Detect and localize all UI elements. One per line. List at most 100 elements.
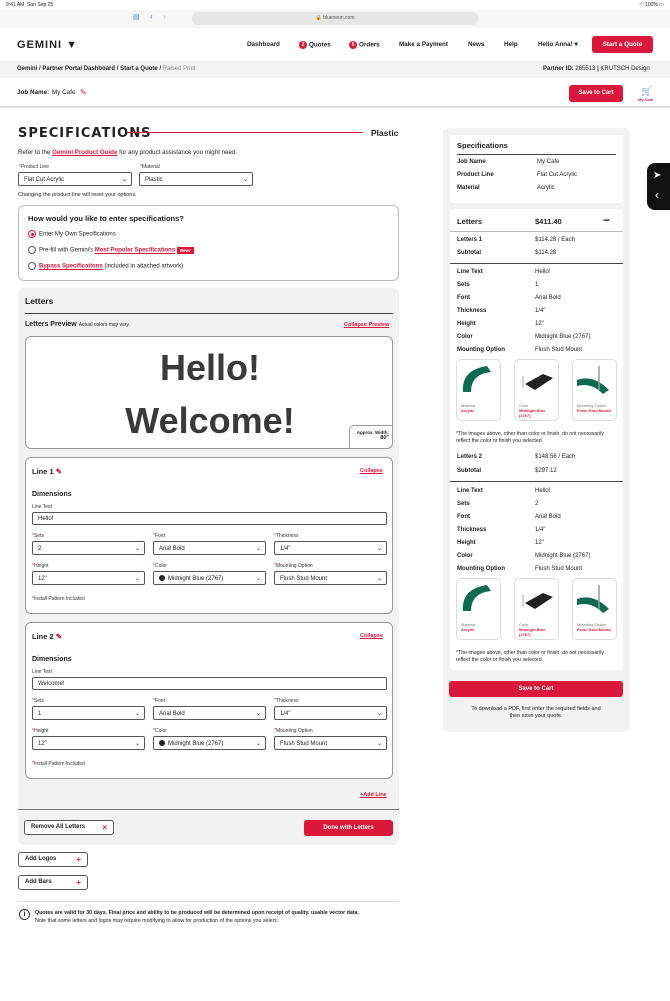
gemini-logo[interactable]: GEMINI ▼ — [17, 39, 78, 51]
summary-panel: Specifications Job Name My Cafe Product L… — [443, 128, 630, 732]
collapse-preview-link[interactable]: Collapse Preview — [344, 322, 389, 328]
material-select[interactable]: Plastic ⌄ — [139, 172, 253, 186]
start-quote-button[interactable]: Start a Quote — [592, 36, 653, 53]
footer-note-2: Note that some letters and logos may req… — [35, 918, 279, 924]
edit-job-icon[interactable]: ✎ — [80, 88, 87, 97]
summary-l2-height: 12" — [535, 540, 544, 546]
font-label: *Font — [153, 533, 165, 539]
collapse-line-1-link[interactable]: Collapse — [360, 468, 383, 474]
nav-help[interactable]: Help — [504, 41, 518, 48]
line-text-input[interactable]: Hello! — [32, 512, 387, 525]
popular-specs-link[interactable]: Most Popular Specifications — [95, 248, 175, 254]
sidebar-icon[interactable]: ▤ — [133, 13, 140, 21]
nav-dashboard[interactable]: Dashboard — [247, 41, 280, 48]
add-line-link[interactable]: +Add Line — [360, 792, 387, 798]
font-select[interactable]: Arial Bold ⌄ — [153, 706, 266, 720]
job-bar: Job Name: My Cafe ✎ Save to Cart 🛒 My Ca… — [0, 78, 670, 108]
letters-divider — [25, 313, 393, 314]
close-icon: × — [102, 823, 107, 832]
chevron-down-icon: ⌄ — [255, 741, 261, 747]
material-thumbnail: Material Acrylic — [456, 359, 501, 421]
material-value: Plastic — [145, 177, 163, 183]
radio-icon[interactable] — [28, 262, 36, 270]
footer-note-1: Quotes are valid for 30 days. Final pric… — [35, 910, 359, 916]
option-own-specs[interactable]: Enter My Own Specifications — [28, 230, 116, 238]
reset-note: Changing the product line will reset you… — [18, 192, 137, 198]
mounting-select[interactable]: Flush Stud Mount ⌄ — [274, 571, 387, 585]
approx-width-box: Approx. Width: 80" — [349, 425, 393, 449]
chevron-down-icon: ⌄ — [242, 177, 248, 183]
mounting-select[interactable]: Flush Stud Mount ⌄ — [274, 736, 387, 750]
sets-select[interactable]: 2 ⌄ — [32, 541, 145, 555]
save-to-cart-button[interactable]: Save to Cart — [449, 681, 623, 697]
send-icon[interactable]: ➤ — [653, 170, 661, 181]
nav-orders[interactable]: 5 Orders — [349, 41, 380, 49]
chevron-down-icon: ⌄ — [376, 711, 382, 717]
crumb-gemini[interactable]: Gemini — [17, 66, 37, 72]
collapse-line-2-link[interactable]: Collapse — [360, 633, 383, 639]
save-to-cart-top-button[interactable]: Save to Cart — [569, 85, 623, 102]
height-label: *Height — [32, 728, 49, 734]
install-pattern-note: *Install Pattern Included — [32, 761, 85, 767]
side-share-tab[interactable]: ➤ ‹ — [647, 163, 670, 210]
nav-quotes[interactable]: 2 Quotes — [299, 41, 331, 49]
edit-line-icon[interactable]: ✎ — [56, 632, 62, 641]
specifications-title: SPECIFICATIONS — [18, 126, 152, 141]
partner-id: 265513 — [575, 66, 596, 72]
sets-select[interactable]: 1 ⌄ — [32, 706, 145, 720]
crumb-start-quote[interactable]: Start a Quote — [120, 66, 158, 72]
refer-text-a: Refer to the — [18, 149, 51, 156]
crumb-dashboard[interactable]: Partner Portal Dashboard — [42, 66, 115, 72]
thickness-select[interactable]: 1/4" ⌄ — [274, 706, 387, 720]
color-select[interactable]: Midnight Blue (2767) ⌄ — [153, 571, 266, 585]
line-2-card: Line 2 ✎ Collapse Dimensions Line Text W… — [25, 622, 393, 779]
edit-line-icon[interactable]: ✎ — [56, 467, 62, 476]
back-icon[interactable]: ‹ — [150, 12, 153, 21]
add-bars-button[interactable]: Add Bars + — [18, 875, 88, 890]
summary-l1-sub-label: Subtotal — [457, 250, 481, 256]
summary-spec-card: Specifications Job Name My Cafe Product L… — [450, 135, 623, 203]
summary-job: My Cafe — [537, 159, 560, 165]
cart-label: My Cafe — [638, 97, 654, 102]
wifi-icon: ◠ — [639, 2, 644, 8]
url-field[interactable]: 🔒 blueneon.com — [192, 12, 478, 25]
done-with-letters-button[interactable]: Done with Letters — [304, 820, 393, 836]
status-bar: 9:41 AM Sun Sep 25 ◠ 100% ▭ — [0, 0, 670, 10]
nav-news[interactable]: News — [468, 41, 484, 48]
bypass-specs-link[interactable]: Bypass Specifications — [39, 264, 103, 270]
option-bypass[interactable]: Bypass Specifications (included in attac… — [28, 262, 183, 270]
cart-icon[interactable]: 🛒 — [641, 86, 652, 97]
nav-user-menu[interactable]: Hello Anna! ▾ — [538, 41, 578, 48]
summary-l2-thick: 1/4" — [535, 527, 546, 533]
minus-icon[interactable]: − — [603, 213, 610, 227]
chevron-down-icon: ⌄ — [121, 177, 127, 183]
color-select[interactable]: Midnight Blue (2767) ⌄ — [153, 736, 266, 750]
radio-selected-icon[interactable] — [28, 230, 36, 238]
summary-l2-text: Hello! — [535, 488, 551, 494]
image-disclaimer: *The images above, other than color or f… — [456, 650, 604, 663]
add-logos-button[interactable]: Add Logos + — [18, 852, 88, 867]
thickness-select[interactable]: 1/4" ⌄ — [274, 541, 387, 555]
radio-icon[interactable] — [28, 246, 36, 254]
height-select[interactable]: 12" ⌄ — [32, 736, 145, 750]
nav-make-payment[interactable]: Make a Payment — [399, 41, 448, 48]
product-guide-link[interactable]: Gemini Product Guide — [52, 149, 117, 156]
chevron-left-icon[interactable]: ‹ — [655, 188, 659, 202]
bypass-note: (included in attached artwork) — [104, 263, 184, 270]
line-text-label: Line Text — [32, 504, 52, 510]
line-text-input[interactable]: Welcome! — [32, 677, 387, 690]
height-select[interactable]: 12" ⌄ — [32, 571, 145, 585]
top-nav: GEMINI ▼ Dashboard 2 Quotes 5 Orders Make … — [0, 28, 670, 62]
forward-icon[interactable]: › — [163, 12, 166, 21]
option-prefill[interactable]: Pre-fill with Gemini's Most Popular Spec… — [28, 246, 194, 254]
job-name: My Cafe — [52, 89, 76, 96]
summary-mat: Acrylic — [537, 185, 555, 191]
status-date: Sun Sep 25 — [27, 2, 54, 8]
product-guide-note: Refer to the Gemini Product Guide for an… — [18, 149, 237, 156]
letters-panel: Letters Letters Preview Actual colors ma… — [18, 288, 399, 845]
remove-all-letters-button[interactable]: Remove All Letters × — [24, 820, 114, 835]
font-select[interactable]: Arial Bold ⌄ — [153, 541, 266, 555]
product-line-select[interactable]: Flat Cut Acrylic ⌄ — [18, 172, 132, 186]
letters-preview-title: Letters Preview Actual colors may vary. — [25, 321, 131, 328]
entry-options-card: How would you like to enter specificatio… — [18, 205, 399, 281]
